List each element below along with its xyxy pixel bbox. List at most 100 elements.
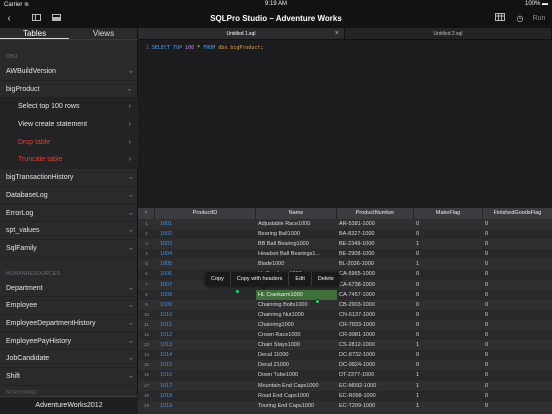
close-icon[interactable]: × — [335, 28, 339, 40]
cell-finishedgoodsflag[interactable]: 0 — [483, 330, 552, 340]
cell-productnumber[interactable]: CR-9981-1000 — [337, 330, 414, 340]
cell-productid[interactable]: 1003 — [155, 239, 256, 249]
column-header-name[interactable]: Name — [256, 208, 337, 219]
cell-productnumber[interactable]: BE-2908-1000 — [337, 249, 414, 259]
cell-makeflag[interactable]: 0 — [414, 280, 483, 290]
cell-finishedgoodsflag[interactable]: 0 — [483, 381, 552, 391]
tab-tables[interactable]: Tables — [0, 28, 69, 39]
action-view-create-statement[interactable]: View create statement › — [0, 116, 138, 134]
cell-productid[interactable]: 1001 — [155, 219, 256, 229]
cell-productnumber[interactable]: CN-6137-1000 — [337, 310, 414, 320]
cell-makeflag[interactable]: 1 — [414, 401, 483, 411]
cell-name[interactable]: Chainring1000 — [256, 320, 337, 330]
cell-finishedgoodsflag[interactable]: 0 — [483, 300, 552, 310]
cell-productid[interactable]: 1010 — [155, 310, 256, 320]
cell-name[interactable]: Headset Ball Bearings1... — [256, 249, 337, 259]
column-header-makeflag[interactable]: MakeFlag — [414, 208, 483, 219]
cell-finishedgoodsflag[interactable]: 0 — [483, 259, 552, 269]
cell-finishedgoodsflag[interactable]: 0 — [483, 290, 552, 300]
cell-productnumber[interactable]: BE-2349-1000 — [337, 239, 414, 249]
column-header-productid[interactable]: ProductID — [155, 208, 256, 219]
cell-finishedgoodsflag[interactable]: 0 — [483, 249, 552, 259]
cell-makeflag[interactable]: 0 — [414, 219, 483, 229]
cell-finishedgoodsflag[interactable]: 0 — [483, 280, 552, 290]
cell-productnumber[interactable]: CA-7457-1000 — [337, 290, 414, 300]
table-row[interactable]: 12 1012 Crown Race1000 CR-9981-1000 0 0 — [138, 330, 552, 341]
table-row[interactable]: 4 1004 Headset Ball Bearings1... BE-2908-10… — [138, 249, 552, 260]
cell-finishedgoodsflag[interactable]: 0 — [483, 340, 552, 350]
cell-name[interactable]: Touring End Caps1000 — [256, 401, 337, 411]
cell-name[interactable]: Crown Race1000 — [256, 330, 337, 340]
cell-productid[interactable]: 1018 — [155, 391, 256, 401]
cell-productid[interactable]: 1019 — [155, 401, 256, 411]
run-button[interactable]: Run — [530, 12, 548, 26]
cell-makeflag[interactable]: 0 — [414, 290, 483, 300]
cell-name[interactable]: Mountain End Caps1000 — [256, 381, 337, 391]
sidebar-item-sqlfamily[interactable]: SqlFamily › — [0, 240, 138, 258]
table-row[interactable]: 19 1019 Touring End Caps1000 EC-T209-1000 1 0 — [138, 400, 552, 411]
cell-makeflag[interactable]: 0 — [414, 360, 483, 370]
cell-finishedgoodsflag[interactable]: 0 — [483, 391, 552, 401]
table-row[interactable]: 15 1015 Decal 21000 DC-9824-1000 0 0 — [138, 360, 552, 371]
cell-productnumber[interactable]: CB-2903-1000 — [337, 300, 414, 310]
cell-makeflag[interactable]: 1 — [414, 391, 483, 401]
cell-name[interactable]: BB Ball Bearing1000 — [256, 239, 337, 249]
sidebar-item-bigproduct[interactable]: bigProduct › — [0, 81, 138, 99]
table-row[interactable]: 71007ML Crankarm1000CA-6738-100000 — [138, 279, 552, 290]
column-header-finishedgoodsflag[interactable]: FinishedGoodsFlag — [483, 208, 552, 219]
edit-button[interactable]: Edit — [289, 272, 312, 286]
tab-untitled-2[interactable]: Untitled 2.sql — [345, 28, 552, 39]
cell-productid[interactable]: 1016 — [155, 370, 256, 380]
sidebar-item-awbuildversion[interactable]: AWBuildVersion › — [0, 63, 138, 81]
selection-start-handle[interactable] — [235, 289, 240, 294]
cell-name[interactable]: HL Crankarm1000 — [256, 289, 337, 300]
cell-name[interactable]: Blade1000 — [256, 259, 337, 269]
cell-makeflag[interactable]: 1 — [414, 370, 483, 380]
cell-productnumber[interactable]: BA-8327-1000 — [337, 229, 414, 239]
cell-productid[interactable]: 1014 — [155, 350, 256, 360]
cell-makeflag[interactable]: 0 — [414, 330, 483, 340]
cell-productnumber[interactable]: EC-T209-1000 — [337, 401, 414, 411]
action-select-top-100[interactable]: Select top 100 rows › — [0, 98, 138, 117]
tab-untitled-1[interactable]: Untitled 1.sql × — [138, 28, 345, 39]
copy-button[interactable]: Copy — [205, 272, 231, 286]
cell-finishedgoodsflag[interactable]: 0 — [483, 310, 552, 320]
cell-makeflag[interactable]: 0 — [414, 249, 483, 259]
table-row[interactable]: 8 1008 HL Crankarm1000 CA-7457-1000 0 0 — [138, 289, 552, 300]
cell-name[interactable]: Chain Stays1000 — [256, 340, 337, 350]
table-row[interactable]: 16 1016 Down Tube1000 DT-2377-1000 1 0 — [138, 370, 552, 381]
table-row[interactable]: 14 1014 Decal 11000 DC-8732-1000 0 0 — [138, 350, 552, 361]
cell-makeflag[interactable]: 0 — [414, 229, 483, 239]
cell-name[interactable]: Road End Caps1000 — [256, 391, 337, 401]
cell-makeflag[interactable]: 1 — [414, 259, 483, 269]
cell-productnumber[interactable]: DC-9824-1000 — [337, 360, 414, 370]
sidebar-item-databaselog[interactable]: DatabaseLog › — [0, 187, 138, 205]
table-row[interactable]: 9 1009 Chainring Bolts1000 CB-2903-1000 0 0 — [138, 299, 552, 310]
cell-productnumber[interactable]: DC-8732-1000 — [337, 350, 414, 360]
table-row[interactable]: 61006LL Crankarm1000CA-5965-100000 — [138, 269, 552, 280]
sidebar-item-jobcandidate[interactable]: JobCandidate › — [0, 350, 138, 368]
sidebar-item-employeepayhistory[interactable]: EmployeePayHistory › — [0, 333, 138, 351]
cell-name[interactable]: Decal 11000 — [256, 350, 337, 360]
sidebar-item-shift[interactable]: Shift › — [0, 368, 138, 386]
cell-productid[interactable]: 1009 — [155, 300, 256, 310]
action-truncate-table[interactable]: Truncate table › — [0, 151, 138, 170]
sql-editor[interactable]: 1 SELECT TOP 100 * FROM dbo.bigProduct; — [138, 40, 552, 208]
cell-name[interactable]: Adjustable Race1000 — [256, 219, 337, 229]
sidebar-item-employeedepartmenthistory[interactable]: EmployeeDepartmentHistory › — [0, 315, 138, 333]
cell-makeflag[interactable]: 0 — [414, 310, 483, 320]
cell-makeflag[interactable]: 0 — [414, 300, 483, 310]
copy-with-headers-button[interactable]: Copy with headers — [231, 272, 290, 286]
cell-productnumber[interactable]: DT-2377-1000 — [337, 370, 414, 380]
cell-productid[interactable]: 1012 — [155, 330, 256, 340]
cell-makeflag[interactable]: 1 — [414, 340, 483, 350]
cell-productid[interactable]: 1017 — [155, 381, 256, 391]
cell-productnumber[interactable]: CR-7833-1000 — [337, 320, 414, 330]
database-name[interactable]: AdventureWorks2012 — [0, 396, 138, 414]
cell-productnumber[interactable]: EC-R098-1000 — [337, 391, 414, 401]
table-row[interactable]: 3 1003 BB Ball Bearing1000 BE-2349-1000 1 0 — [138, 239, 552, 250]
delete-button[interactable]: Delete — [312, 272, 340, 286]
cell-productid[interactable]: 1008 — [155, 290, 256, 300]
column-header-productnumber[interactable]: ProductNumber — [337, 208, 414, 219]
cell-finishedgoodsflag[interactable]: 0 — [483, 370, 552, 380]
